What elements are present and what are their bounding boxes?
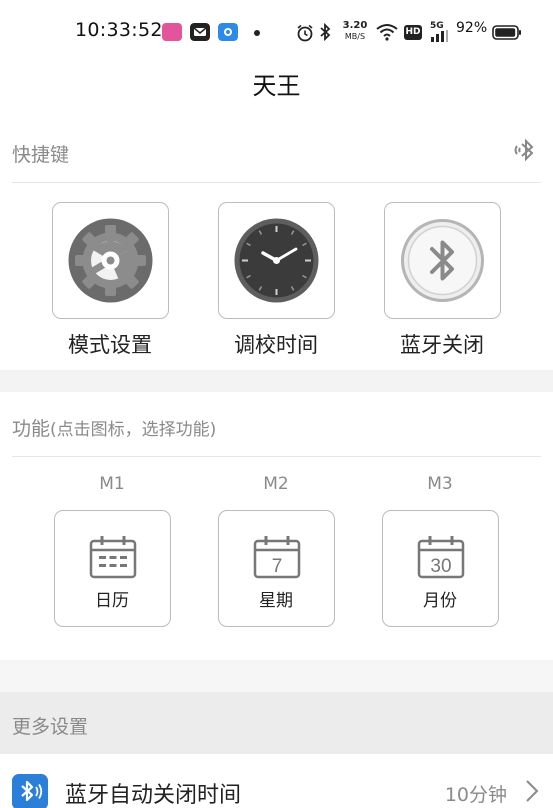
battery-percent: 92% (456, 20, 488, 36)
function-weekday-label: 星期 (259, 591, 293, 611)
clock-icon (234, 218, 319, 303)
status-time: 10:33:52 (75, 19, 163, 41)
more-settings-label: 更多设置 (12, 716, 89, 738)
bluetooth-icon (401, 219, 484, 302)
bluetooth-auto-off-label: 蓝牙自动关闭时间 (65, 783, 242, 808)
chevron-right-icon (526, 780, 539, 802)
battery-icon (492, 25, 521, 40)
month-calendar-icon: 30 (417, 536, 465, 579)
calendar-icon (89, 536, 137, 579)
app-pink-icon (162, 23, 182, 41)
weekday-calendar-number: 7 (272, 556, 283, 577)
function-month-label: 月份 (423, 591, 457, 611)
page-title: 天王 (252, 72, 301, 100)
functions-hint: (点击图标，选择功能) (50, 420, 217, 440)
section-separator (0, 370, 553, 392)
shortcuts-label: 快捷键 (12, 144, 70, 166)
slot-m1-label: M1 (99, 474, 125, 494)
functions-footer-gap (0, 660, 553, 692)
status-bar: 10:33:52 3.20 MB/S HD 5G 92% (0, 0, 553, 60)
adjust-time-tile[interactable] (218, 202, 335, 319)
wifi-icon (376, 24, 398, 41)
bluetooth-auto-off-row[interactable]: 蓝牙自动关闭时间 10分钟 (0, 760, 553, 808)
slot-m3-label: M3 (427, 474, 453, 494)
slot-m2-label: M2 (263, 474, 289, 494)
signal-icon (431, 30, 448, 42)
function-calendar-label: 日历 (95, 591, 129, 611)
bluetooth-status-icon (320, 23, 331, 41)
functions-label: 功能 (12, 418, 51, 440)
bluetooth-off-label: 蓝牙关闭 (400, 333, 484, 357)
bluetooth-connection-icon[interactable] (510, 136, 540, 166)
dot-icon (254, 30, 260, 36)
alarm-icon (297, 24, 313, 42)
functions-heading: 功能(点击图标，选择功能) (12, 414, 216, 441)
function-calendar-tile[interactable]: 日历 (54, 510, 171, 627)
bluetooth-off-tile[interactable] (384, 202, 501, 319)
mode-settings-label: 模式设置 (68, 333, 152, 357)
weekday-calendar-icon: 7 (253, 536, 301, 579)
app-blue-icon (218, 23, 238, 41)
hd-badge: HD (404, 25, 422, 40)
mode-settings-tile[interactable] (52, 202, 169, 319)
adjust-time-label: 调校时间 (234, 333, 318, 357)
bluetooth-icon (12, 774, 48, 808)
bluetooth-auto-off-value: 10分钟 (444, 784, 507, 806)
month-calendar-number: 30 (430, 556, 451, 577)
message-icon (190, 23, 210, 41)
function-weekday-tile[interactable]: 7 星期 (218, 510, 335, 627)
net-speed: 3.20 MB/S (342, 20, 368, 42)
gear-icon (68, 218, 153, 303)
function-month-tile[interactable]: 30 月份 (382, 510, 499, 627)
functions-divider (12, 456, 541, 457)
shortcuts-divider (12, 182, 541, 183)
